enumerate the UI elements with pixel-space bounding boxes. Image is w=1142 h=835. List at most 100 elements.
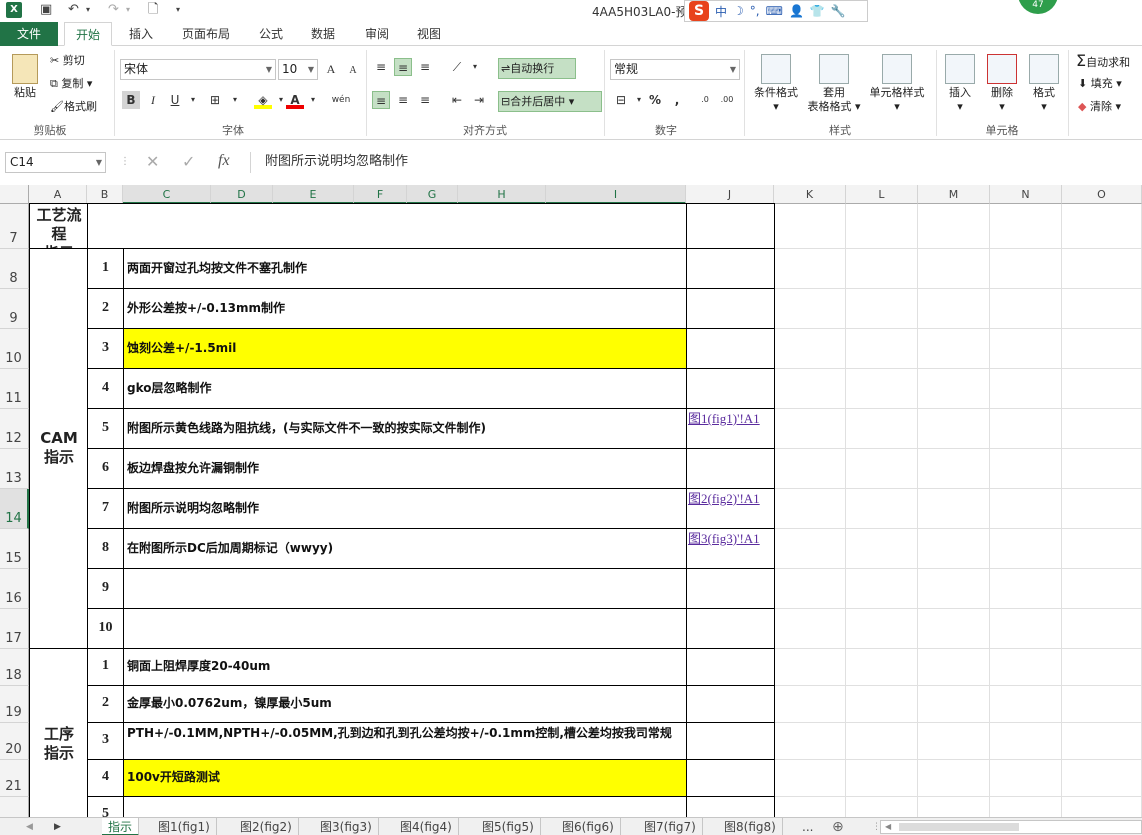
name-box[interactable]: C14 ▼ xyxy=(5,152,106,173)
cam-item-text-cell[interactable]: 外形公差按+/-0.13mm制作 xyxy=(123,288,687,329)
scroll-left-icon[interactable]: ◀ xyxy=(885,821,891,833)
fill-button[interactable]: ⬇ 填充 ▾ xyxy=(1078,77,1122,91)
decrease-indent-icon[interactable]: ⇤ xyxy=(448,91,466,109)
row-header-12[interactable]: 12 xyxy=(0,409,29,449)
row-header-16[interactable]: 16 xyxy=(0,569,29,609)
underline-dropdown-icon[interactable]: ▾ xyxy=(184,91,202,109)
paste-button[interactable]: 粘贴 xyxy=(6,54,44,100)
hyperlink-cell[interactable] xyxy=(686,288,775,329)
cam-item-text-cell[interactable] xyxy=(123,608,687,649)
cam-item-number-cell[interactable]: 8 xyxy=(87,528,124,569)
process-item-text-cell[interactable]: 100v开短路测试 xyxy=(123,759,687,797)
clear-button[interactable]: ◆ 清除 ▾ xyxy=(1078,100,1121,114)
column-header-d[interactable]: D xyxy=(211,185,273,204)
moon-icon[interactable]: ☽ xyxy=(733,4,744,18)
italic-button[interactable]: I xyxy=(144,91,162,109)
process-item-number-cell[interactable]: 5 xyxy=(87,796,124,817)
fill-color-icon[interactable]: ◈ xyxy=(254,91,272,109)
row-header-8[interactable]: 8 xyxy=(0,249,29,289)
column-header-h[interactable]: H xyxy=(458,185,546,204)
autosum-button[interactable]: Σ自动求和 xyxy=(1076,53,1130,70)
phonetic-button[interactable]: wén xyxy=(330,91,352,109)
cell-styles-button[interactable]: 单元格样式 ▾ xyxy=(864,54,930,114)
cam-item-text-cell[interactable]: 蚀刻公差+/-1.5mil xyxy=(123,328,687,369)
hyperlink-cell[interactable]: 图1(fig1)'!A1 xyxy=(686,408,775,449)
shrink-font-button[interactable]: A xyxy=(344,62,362,80)
cam-item-number-cell[interactable]: 4 xyxy=(87,368,124,409)
hyperlink-cell[interactable]: 图2(fig2)'!A1 xyxy=(686,488,775,529)
grow-font-button[interactable]: A xyxy=(322,60,340,78)
worksheet-grid[interactable]: A B C D E F G H I J K L M N O 7 8 9 10 1… xyxy=(0,185,1142,817)
delete-cells-button[interactable]: 删除 ▾ xyxy=(982,54,1022,114)
accounting-format-icon[interactable]: ⊟ xyxy=(612,91,630,109)
row-header-9[interactable]: 9 xyxy=(0,289,29,329)
section-process-flow-cell[interactable]: 工艺流程 指示 xyxy=(29,203,88,262)
tab-home[interactable]: 开始 xyxy=(64,22,112,46)
table-cell[interactable] xyxy=(686,648,775,686)
user-icon[interactable]: 👤 xyxy=(789,4,804,18)
cam-item-number-cell[interactable]: 10 xyxy=(87,608,124,649)
row-header-21[interactable]: 21 xyxy=(0,760,29,797)
column-header-g[interactable]: G xyxy=(407,185,458,204)
column-header-k[interactable]: K xyxy=(774,185,846,204)
align-top-icon[interactable]: ≡ xyxy=(372,58,390,76)
table-row[interactable] xyxy=(87,203,687,249)
row-header-10[interactable]: 10 xyxy=(0,329,29,369)
number-format-select[interactable]: 常规 ▼ xyxy=(610,59,740,80)
ime-toolbar[interactable]: S 中 ☽ °, ⌨ 👤 👕 🔧 xyxy=(684,0,868,22)
borders-icon[interactable]: ⊞ xyxy=(206,91,224,109)
column-header-e[interactable]: E xyxy=(273,185,354,204)
tab-insert[interactable]: 插入 xyxy=(120,22,162,46)
horizontal-scrollbar[interactable]: ◀ xyxy=(880,820,1142,834)
enter-icon[interactable]: ✓ xyxy=(182,152,195,171)
column-header-a[interactable]: A xyxy=(29,185,87,204)
tab-file[interactable]: 文件 xyxy=(0,22,58,46)
process-item-number-cell[interactable]: 3 xyxy=(87,722,124,760)
hyperlink-cell[interactable] xyxy=(686,248,775,289)
skin-icon[interactable]: 👕 xyxy=(810,4,825,18)
sheet-tab[interactable]: 图6(fig6) xyxy=(556,818,621,835)
font-color-button[interactable]: A xyxy=(286,91,304,109)
tab-formulas[interactable]: 公式 xyxy=(250,22,292,46)
undo-icon[interactable]: ↶ xyxy=(68,2,79,18)
more-sheets-button[interactable]: ... xyxy=(796,818,819,835)
cam-item-text-cell[interactable]: gko层忽略制作 xyxy=(123,368,687,409)
wrench-icon[interactable]: 🔧 xyxy=(831,4,846,18)
process-item-text-cell[interactable]: 铜面上阻焊厚度20-40um xyxy=(123,648,687,686)
hyperlink-cell[interactable] xyxy=(686,608,775,649)
cam-item-number-cell[interactable]: 7 xyxy=(87,488,124,529)
align-center-icon[interactable]: ≡ xyxy=(394,91,412,109)
sheet-tab[interactable]: 图5(fig5) xyxy=(476,818,541,835)
redo-icon[interactable]: ↷ xyxy=(108,2,119,18)
hyperlink-cell[interactable] xyxy=(686,568,775,609)
keyboard-icon[interactable]: ⌨ xyxy=(766,4,783,18)
format-painter-button[interactable]: 🖌格式刷 xyxy=(50,100,97,114)
cam-item-text-cell[interactable]: 板边焊盘按允许漏铜制作 xyxy=(123,448,687,489)
table-row[interactable] xyxy=(686,203,775,249)
row-header-13[interactable]: 13 xyxy=(0,449,29,489)
conditional-format-button[interactable]: 条件格式 ▾ xyxy=(748,54,804,114)
process-item-text-cell[interactable] xyxy=(123,796,687,817)
column-header-l[interactable]: L xyxy=(846,185,918,204)
section-cam-cell[interactable]: CAM 指示 xyxy=(29,248,88,649)
sheet-tab[interactable]: 图3(fig3) xyxy=(314,818,379,835)
column-header-o[interactable]: O xyxy=(1062,185,1142,204)
sheet-tab[interactable]: 图1(fig1) xyxy=(152,818,217,835)
hyperlink-cell[interactable]: 图3(fig3)'!A1 xyxy=(686,528,775,569)
cam-item-text-cell[interactable]: 在附图所示DC后加周期标记（wwyy) xyxy=(123,528,687,569)
tab-data[interactable]: 数据 xyxy=(302,22,344,46)
punctuation-icon[interactable]: °, xyxy=(750,4,760,18)
column-header-c[interactable]: C xyxy=(123,185,211,204)
row-header-14[interactable]: 14 xyxy=(0,489,29,529)
copy-button[interactable]: ⧉ 复制 ▾ xyxy=(50,77,92,91)
formula-input[interactable]: 附图所示说明均忽略制作 xyxy=(250,152,1140,173)
row-header-19[interactable]: 19 xyxy=(0,686,29,723)
table-cell[interactable] xyxy=(686,685,775,723)
customize-toolbar-icon[interactable]: ▾ xyxy=(176,2,180,18)
section-process-cell[interactable]: 工序 指示 xyxy=(29,648,88,817)
ime-chinese-mode[interactable]: 中 xyxy=(715,3,727,20)
cam-item-number-cell[interactable]: 1 xyxy=(87,248,124,289)
row-header-18[interactable]: 18 xyxy=(0,649,29,686)
column-header-j[interactable]: J xyxy=(686,185,774,204)
scroll-tabs-right-icon[interactable]: ▶ xyxy=(48,818,67,835)
